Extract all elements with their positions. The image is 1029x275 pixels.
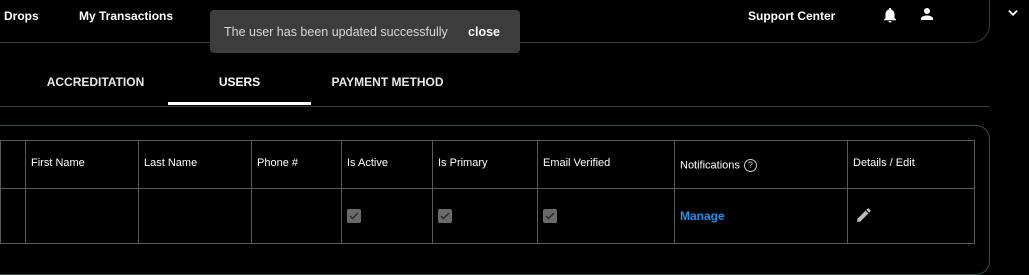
table-header-cell: Email Verified xyxy=(537,140,675,189)
table-header-cell: Details / Edit xyxy=(847,140,975,189)
success-toast: The user has been updated successfully c… xyxy=(210,10,520,53)
tab-users[interactable]: USERS xyxy=(168,66,311,105)
phone-cell xyxy=(251,188,342,244)
table-cell xyxy=(0,188,26,244)
toast-close-button[interactable]: close xyxy=(468,25,500,39)
table-row: Manage xyxy=(0,188,975,244)
check-icon xyxy=(545,211,555,220)
is-primary-checkbox[interactable] xyxy=(438,208,452,223)
support-center-link[interactable]: Support Center xyxy=(748,9,835,23)
nav-link-drops[interactable]: Drops xyxy=(4,9,39,23)
email-verified-checkbox[interactable] xyxy=(543,208,557,223)
manage-notifications-link[interactable]: Manage xyxy=(680,209,725,223)
chevron-down-icon[interactable] xyxy=(1006,6,1024,26)
tab-accreditation[interactable]: ACCREDITATION xyxy=(28,66,163,102)
table-header-cell: Is Primary xyxy=(432,140,538,189)
user-icon[interactable] xyxy=(918,5,936,25)
table-header-cell: Notifications? xyxy=(674,140,848,189)
is-active-cell xyxy=(341,188,433,244)
bell-icon[interactable] xyxy=(881,5,899,25)
table-header-cell xyxy=(0,140,26,189)
notifications-header-label: Notifications xyxy=(680,159,740,172)
toast-message: The user has been updated successfully xyxy=(224,24,448,39)
users-table: First Name Last Name Phone # Is Active I… xyxy=(0,140,975,244)
details-edit-cell xyxy=(847,188,975,244)
last-name-cell xyxy=(138,188,252,244)
nav-link-my-transactions[interactable]: My Transactions xyxy=(79,9,173,23)
table-header-cell: First Name xyxy=(25,140,139,189)
help-circle-icon[interactable]: ? xyxy=(743,159,757,172)
first-name-cell xyxy=(25,188,139,244)
notifications-cell: Manage xyxy=(674,188,848,244)
table-header-cell: Last Name xyxy=(138,140,252,189)
pencil-icon[interactable] xyxy=(855,206,873,227)
email-verified-cell xyxy=(537,188,675,244)
table-header-cell: Is Active xyxy=(341,140,433,189)
tab-payment-method[interactable]: PAYMENT METHOD xyxy=(316,66,459,102)
check-icon xyxy=(349,211,359,220)
tab-bar: ACCREDITATION USERS PAYMENT METHOD xyxy=(0,66,990,107)
table-header-row: First Name Last Name Phone # Is Active I… xyxy=(0,140,975,189)
is-primary-cell xyxy=(432,188,538,244)
check-icon xyxy=(440,211,450,220)
is-active-checkbox[interactable] xyxy=(347,208,361,223)
table-header-cell: Phone # xyxy=(251,140,342,189)
